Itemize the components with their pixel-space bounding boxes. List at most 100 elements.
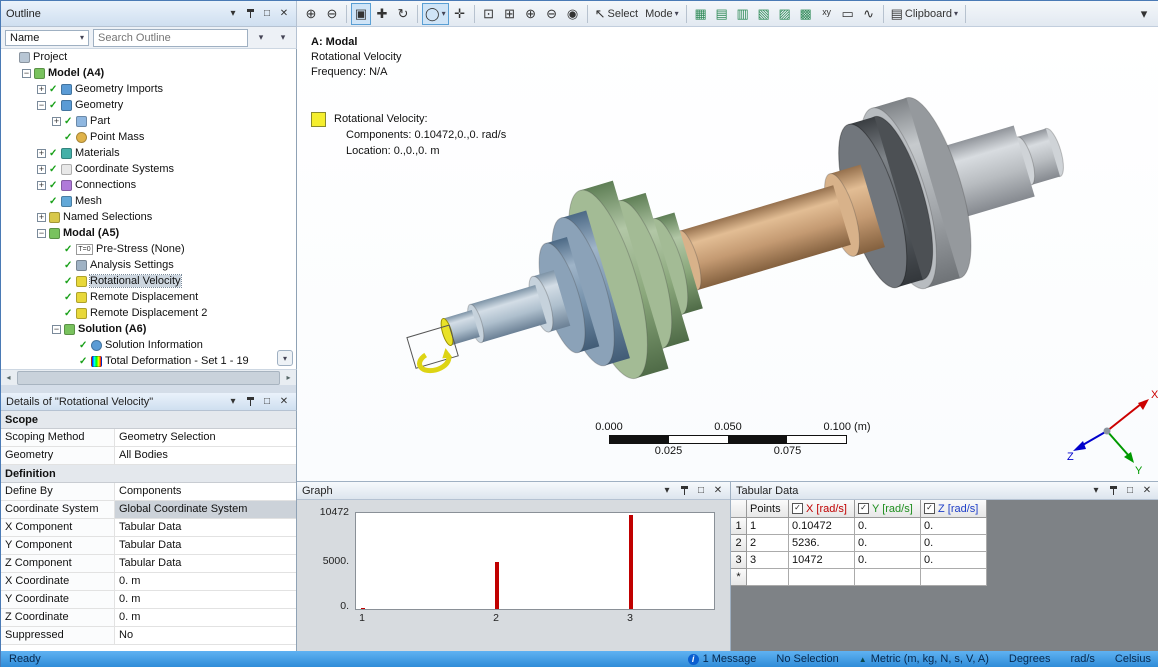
- section-plane-button[interactable]: ▩: [796, 3, 816, 25]
- column-header-x-rad-s[interactable]: ✓X [rad/s]: [789, 500, 855, 518]
- toolbar-overflow-button[interactable]: ▾: [1134, 3, 1154, 25]
- tree-item-pre-stress-none[interactable]: ✓T=0Pre-Stress (None): [1, 241, 296, 257]
- details-row-geometry[interactable]: GeometryAll Bodies: [1, 447, 296, 465]
- table-cell[interactable]: 5236.: [789, 535, 855, 552]
- pin-icon[interactable]: [243, 395, 257, 408]
- viewport-3d[interactable]: A: Modal Rotational Velocity Frequency: …: [297, 27, 1158, 481]
- row-header-cell[interactable]: 3: [731, 552, 747, 569]
- name-filter-dropdown[interactable]: Name ▾: [5, 30, 89, 46]
- select-lasso-button[interactable]: ◯▾: [422, 3, 449, 25]
- details-row-z-coordinate[interactable]: Z Coordinate0. m: [1, 609, 296, 627]
- details-value[interactable]: All Bodies: [115, 447, 296, 464]
- row-header-cell[interactable]: 2: [731, 535, 747, 552]
- orientation-triad[interactable]: X Y Z: [1067, 383, 1158, 478]
- collapse-icon[interactable]: −: [37, 101, 46, 110]
- maximize-icon[interactable]: □: [694, 484, 708, 497]
- move-button[interactable]: ✛: [450, 3, 470, 25]
- pin-icon[interactable]: [1106, 484, 1120, 497]
- expand-icon[interactable]: +: [37, 181, 46, 190]
- tree-item-mesh[interactable]: ✓Mesh: [1, 193, 296, 209]
- details-value[interactable]: No: [115, 627, 296, 644]
- table-cell[interactable]: [789, 569, 855, 586]
- tree-item-modal-a5[interactable]: −Modal (A5): [1, 225, 296, 241]
- pin-icon[interactable]: [243, 7, 257, 20]
- select-menu-button[interactable]: ↖Select: [592, 3, 641, 25]
- details-value[interactable]: Tabular Data: [115, 519, 296, 536]
- wireframe-button[interactable]: ▦: [691, 3, 711, 25]
- table-cell[interactable]: 0.: [855, 518, 921, 535]
- zoom-window-button[interactable]: ⊞: [500, 3, 520, 25]
- tree-item-materials[interactable]: +✓Materials: [1, 145, 296, 161]
- table-cell[interactable]: 0.10472: [789, 518, 855, 535]
- details-value[interactable]: Tabular Data: [115, 537, 296, 554]
- details-row-suppressed[interactable]: SuppressedNo: [1, 627, 296, 645]
- close-icon[interactable]: ✕: [277, 7, 291, 20]
- tree-item-rotational-velocity[interactable]: ✓Rotational Velocity: [1, 273, 296, 289]
- tree-item-total-deformation-set-1-19[interactable]: ✓Total Deformation - Set 1 - 19: [1, 353, 296, 369]
- expand-icon[interactable]: +: [37, 85, 46, 94]
- collapse-icon[interactable]: −: [37, 229, 46, 238]
- details-value[interactable]: 0. m: [115, 609, 296, 626]
- box-zoom-button[interactable]: ▣: [351, 3, 371, 25]
- expand-icon[interactable]: +: [37, 213, 46, 222]
- tree-item-geometry[interactable]: −✓Geometry: [1, 97, 296, 113]
- close-icon[interactable]: ✕: [277, 395, 291, 408]
- scroll-left-icon[interactable]: ◂: [1, 371, 16, 385]
- close-vertices-button[interactable]: ▧: [754, 3, 774, 25]
- collapse-icon[interactable]: −: [52, 325, 61, 334]
- details-row-scoping-method[interactable]: Scoping MethodGeometry Selection: [1, 429, 296, 447]
- table-cell[interactable]: 3: [747, 552, 789, 569]
- details-value[interactable]: Geometry Selection: [115, 429, 296, 446]
- row-header-cell[interactable]: 1: [731, 518, 747, 535]
- details-row-y-coordinate[interactable]: Y Coordinate0. m: [1, 591, 296, 609]
- filter-options-button[interactable]: ▾: [274, 29, 292, 47]
- table-cell[interactable]: 0.: [921, 535, 987, 552]
- table-cell[interactable]: 1: [747, 518, 789, 535]
- maximize-icon[interactable]: □: [260, 395, 274, 408]
- checkbox-checked-icon[interactable]: ✓: [792, 503, 803, 514]
- mode-menu-button[interactable]: Mode▾: [642, 3, 682, 25]
- row-header-cell[interactable]: *: [731, 569, 747, 586]
- tree-horizontal-scrollbar[interactable]: ◂ ▸: [1, 369, 297, 385]
- tree-item-model-a4[interactable]: −Model (A4): [1, 65, 296, 81]
- chevron-down-icon[interactable]: ▾: [1089, 484, 1103, 497]
- column-header-points[interactable]: Points: [747, 500, 789, 518]
- tree-item-remote-displacement[interactable]: ✓Remote Displacement: [1, 289, 296, 305]
- magnify-in-button[interactable]: ⊕: [521, 3, 541, 25]
- details-value[interactable]: Components: [115, 483, 296, 500]
- status-units[interactable]: ▲ Metric (m, kg, N, s, V, A): [859, 653, 989, 665]
- column-header-z-rad-s[interactable]: ✓Z [rad/s]: [921, 500, 987, 518]
- details-value[interactable]: 0. m: [115, 591, 296, 608]
- maximize-icon[interactable]: □: [260, 7, 274, 20]
- expand-icon[interactable]: +: [37, 149, 46, 158]
- tree-item-solution-information[interactable]: ✓Solution Information: [1, 337, 296, 353]
- details-row-x-component[interactable]: X ComponentTabular Data: [1, 519, 296, 537]
- scrollbar-thumb[interactable]: [17, 371, 280, 385]
- show-labels-button[interactable]: ▭: [838, 3, 858, 25]
- annotation-button[interactable]: ˣʸ: [817, 3, 837, 25]
- previous-view-button[interactable]: ◉: [563, 3, 583, 25]
- details-value[interactable]: 0. m: [115, 573, 296, 590]
- status-messages[interactable]: i 1 Message: [688, 653, 757, 665]
- details-row-define-by[interactable]: Define ByComponents: [1, 483, 296, 501]
- column-header-y-rad-s[interactable]: ✓Y [rad/s]: [855, 500, 921, 518]
- tree-item-remote-displacement-2[interactable]: ✓Remote Displacement 2: [1, 305, 296, 321]
- table-cell[interactable]: 0.: [855, 535, 921, 552]
- details-row-y-component[interactable]: Y ComponentTabular Data: [1, 537, 296, 555]
- zoom-fit-button[interactable]: ⊡: [479, 3, 499, 25]
- expand-icon[interactable]: +: [37, 165, 46, 174]
- table-cell[interactable]: [855, 569, 921, 586]
- tree-item-point-mass[interactable]: ✓Point Mass: [1, 129, 296, 145]
- zoom-out-button[interactable]: ⊖: [322, 3, 342, 25]
- table-cell[interactable]: 10472: [789, 552, 855, 569]
- tree-item-project[interactable]: Project: [1, 49, 296, 65]
- chevron-down-icon[interactable]: ▾: [226, 395, 240, 408]
- expand-all-button[interactable]: ▾: [252, 29, 270, 47]
- chart-tool-button[interactable]: ∿: [859, 3, 879, 25]
- tree-item-solution-a6[interactable]: −Solution (A6): [1, 321, 296, 337]
- pin-icon[interactable]: [677, 484, 691, 497]
- close-icon[interactable]: ✕: [711, 484, 725, 497]
- tree-item-geometry-imports[interactable]: +✓Geometry Imports: [1, 81, 296, 97]
- tree-item-connections[interactable]: +✓Connections: [1, 177, 296, 193]
- checkbox-checked-icon[interactable]: ✓: [858, 503, 869, 514]
